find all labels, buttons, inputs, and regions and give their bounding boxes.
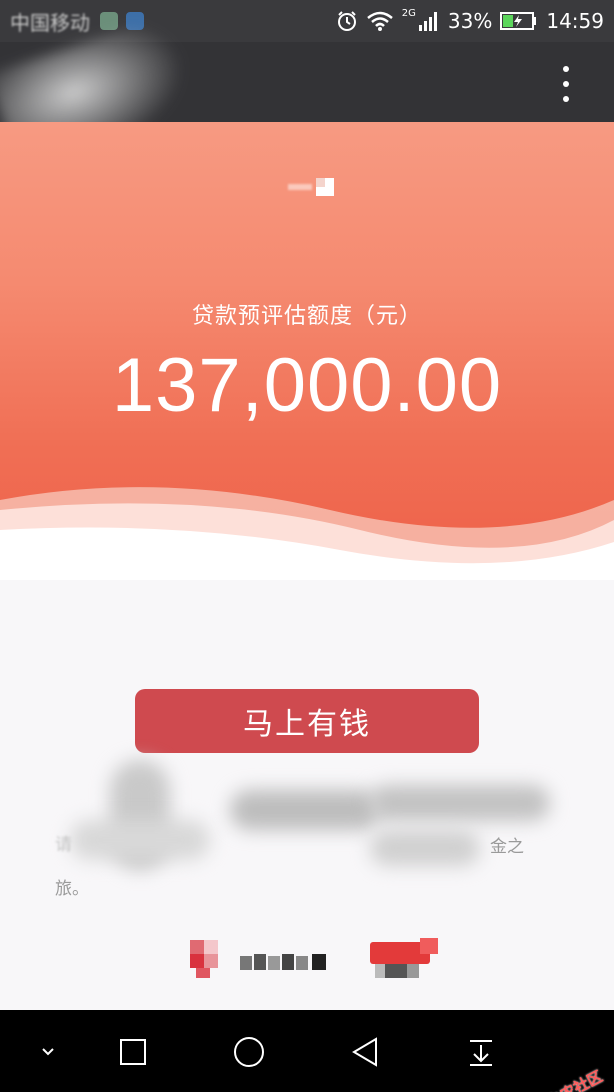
- clock: 14:59: [546, 9, 604, 33]
- system-nav-bar: 卡农社区: [0, 1010, 614, 1092]
- alarm-icon: [337, 11, 356, 31]
- description-text: 请: [55, 835, 72, 855]
- watermark: 卡农社区: [544, 1067, 606, 1092]
- obscured-text: [230, 790, 380, 830]
- recents-icon[interactable]: [113, 1032, 153, 1072]
- signal-icon: [418, 12, 437, 31]
- main-content: 马上有钱 请 金之 旅。: [0, 580, 614, 1010]
- obscured-text: [370, 785, 550, 821]
- status-bar: 中国移动 2G 33% 14:59: [0, 0, 614, 42]
- notification-pull-icon[interactable]: [461, 1032, 501, 1072]
- app-bar: [0, 15, 614, 179]
- network-type: 2G: [401, 7, 416, 19]
- status-icons: 2G 33% 14:59: [336, 7, 604, 33]
- back-icon[interactable]: [345, 1032, 385, 1072]
- collapse-icon[interactable]: [28, 1032, 68, 1072]
- more-vert-icon[interactable]: [554, 64, 578, 104]
- estimate-amount: 137,000.00: [111, 343, 503, 428]
- wave-decoration: [0, 487, 614, 580]
- home-icon[interactable]: [229, 1032, 269, 1072]
- obscured-text: [370, 830, 480, 866]
- battery-percent: 33%: [447, 9, 493, 33]
- notification-app-icon: [100, 12, 118, 30]
- wifi-icon: [366, 11, 393, 31]
- obscured-text: [70, 820, 210, 860]
- description-text: 旅。: [55, 879, 89, 899]
- carrier-name: 中国移动: [10, 10, 90, 35]
- hero-banner: 贷款预评估额度（元） 137,000.00: [0, 122, 614, 580]
- get-money-button[interactable]: 马上有钱: [135, 689, 479, 753]
- estimate-label: 贷款预评估额度（元）: [191, 304, 422, 329]
- description-text: 金之: [490, 837, 524, 857]
- obscured-logo: [288, 178, 336, 198]
- battery-charging-icon: [500, 12, 537, 30]
- partner-logos: [0, 920, 614, 980]
